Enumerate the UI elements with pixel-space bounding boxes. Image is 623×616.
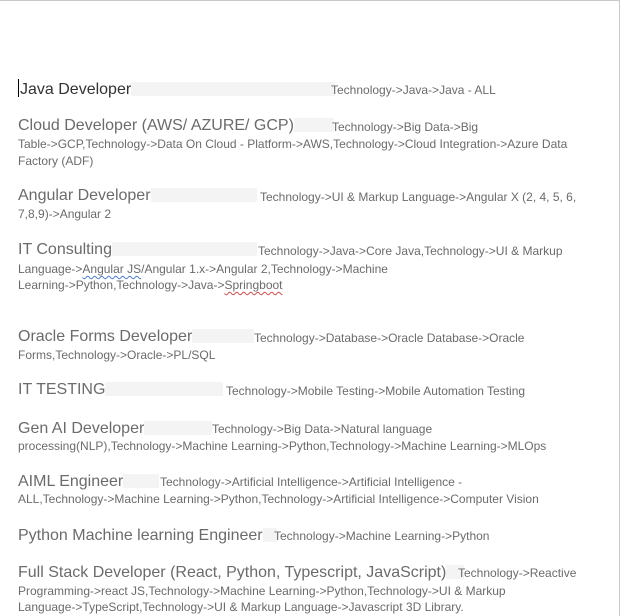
spacer xyxy=(144,421,213,435)
spacer xyxy=(105,382,224,396)
job-entry-aiml-engineer: AIML Engineer xyxy=(18,472,160,492)
job-entry-cloud-developer: Cloud Developer (AWS/ AZURE/ GCP) xyxy=(18,116,334,136)
spacer xyxy=(131,82,336,96)
spacer xyxy=(150,188,257,202)
job-desc-line: Technology->UI & Markup Language->Angula… xyxy=(260,190,577,204)
job-entry-full-stack-developer: Full Stack Developer (React, Python, Typ… xyxy=(18,563,465,583)
document-page: Java Developer Technology->Java->Java - … xyxy=(0,0,620,616)
job-title[interactable]: Full Stack Developer (React, Python, Typ… xyxy=(18,564,446,581)
job-desc-line: Technology->Database->Oracle Database->O… xyxy=(254,331,525,345)
job-desc-line: Language->Angular JS/Angular 1.x->Angula… xyxy=(18,261,388,278)
job-desc-line: Programming->react JS,Technology->Machin… xyxy=(18,584,506,598)
job-entry-it-consulting: IT Consulting xyxy=(18,240,257,260)
job-desc-line: 7,8,9)->Angular 2 xyxy=(18,207,112,221)
job-title[interactable]: Oracle Forms Developer xyxy=(18,328,192,345)
job-desc-line: Technology->Reactive xyxy=(458,566,577,580)
job-title[interactable]: Cloud Developer (AWS/ AZURE/ GCP) xyxy=(18,117,294,134)
job-desc: Technology->Java->Java - ALL xyxy=(331,83,496,97)
job-desc-line: Forms,Technology->Oracle->PL/SQL xyxy=(18,348,216,362)
job-desc-line: processing(NLP),Technology->Machine Lear… xyxy=(18,439,547,453)
spacer xyxy=(111,242,257,256)
job-desc-line: Technology->Machine Learning->Python xyxy=(274,529,490,543)
job-desc-line: Technology->Java->Core Java,Technology->… xyxy=(258,244,563,258)
job-title[interactable]: AIML Engineer xyxy=(18,473,123,490)
job-entry-python-ml-engineer: Python Machine learning Engineer xyxy=(18,526,277,546)
spacer xyxy=(293,118,334,132)
spacer xyxy=(192,329,255,343)
spellcheck-flag-angularjs[interactable]: Angular JS xyxy=(82,262,141,276)
job-desc-line: Technology->Artificial Intelligence->Art… xyxy=(160,475,463,489)
job-entry-it-testing: IT TESTING xyxy=(18,380,224,400)
job-desc-line: ALL,Technology->Machine Learning->Python… xyxy=(18,492,539,506)
job-title[interactable]: IT TESTING xyxy=(18,381,105,398)
job-desc-line: Language->TypeScript,Technology->UI & Ma… xyxy=(18,600,464,614)
job-desc-line: Technology->Big Data->Big xyxy=(332,120,479,134)
job-desc-line: Learning->Python,Technology->Java->Sprin… xyxy=(18,277,283,294)
job-title[interactable]: Angular Developer xyxy=(18,187,151,204)
desc-text: Learning->Python,Technology->Java-> xyxy=(18,278,225,292)
job-desc-line: Factory (ADF) xyxy=(18,154,94,168)
job-desc-line: Table->GCP,Technology->Data On Cloud - P… xyxy=(18,137,568,151)
job-title[interactable]: Java Developer xyxy=(20,81,131,98)
job-entry-java-developer: Java Developer xyxy=(18,79,336,100)
desc-text: /Angular 1.x->Angular 2,Technology->Mach… xyxy=(141,262,388,276)
spellcheck-flag-springboot[interactable]: Springboot xyxy=(224,278,282,292)
job-title[interactable]: Gen AI Developer xyxy=(18,420,144,437)
job-entry-angular-developer: Angular Developer xyxy=(18,186,257,206)
job-desc-line: Technology->Mobile Testing->Mobile Autom… xyxy=(226,384,526,398)
desc-text: Language-> xyxy=(18,262,83,276)
job-entry-gen-ai-developer: Gen AI Developer xyxy=(18,419,213,439)
spacer xyxy=(123,474,160,488)
job-title[interactable]: Python Machine learning Engineer xyxy=(18,527,263,544)
job-desc-line: Technology->Big Data->Natural language xyxy=(212,422,433,436)
job-entry-oracle-forms-developer: Oracle Forms Developer xyxy=(18,327,255,347)
text-cursor xyxy=(18,79,19,97)
job-title[interactable]: IT Consulting xyxy=(18,241,112,258)
